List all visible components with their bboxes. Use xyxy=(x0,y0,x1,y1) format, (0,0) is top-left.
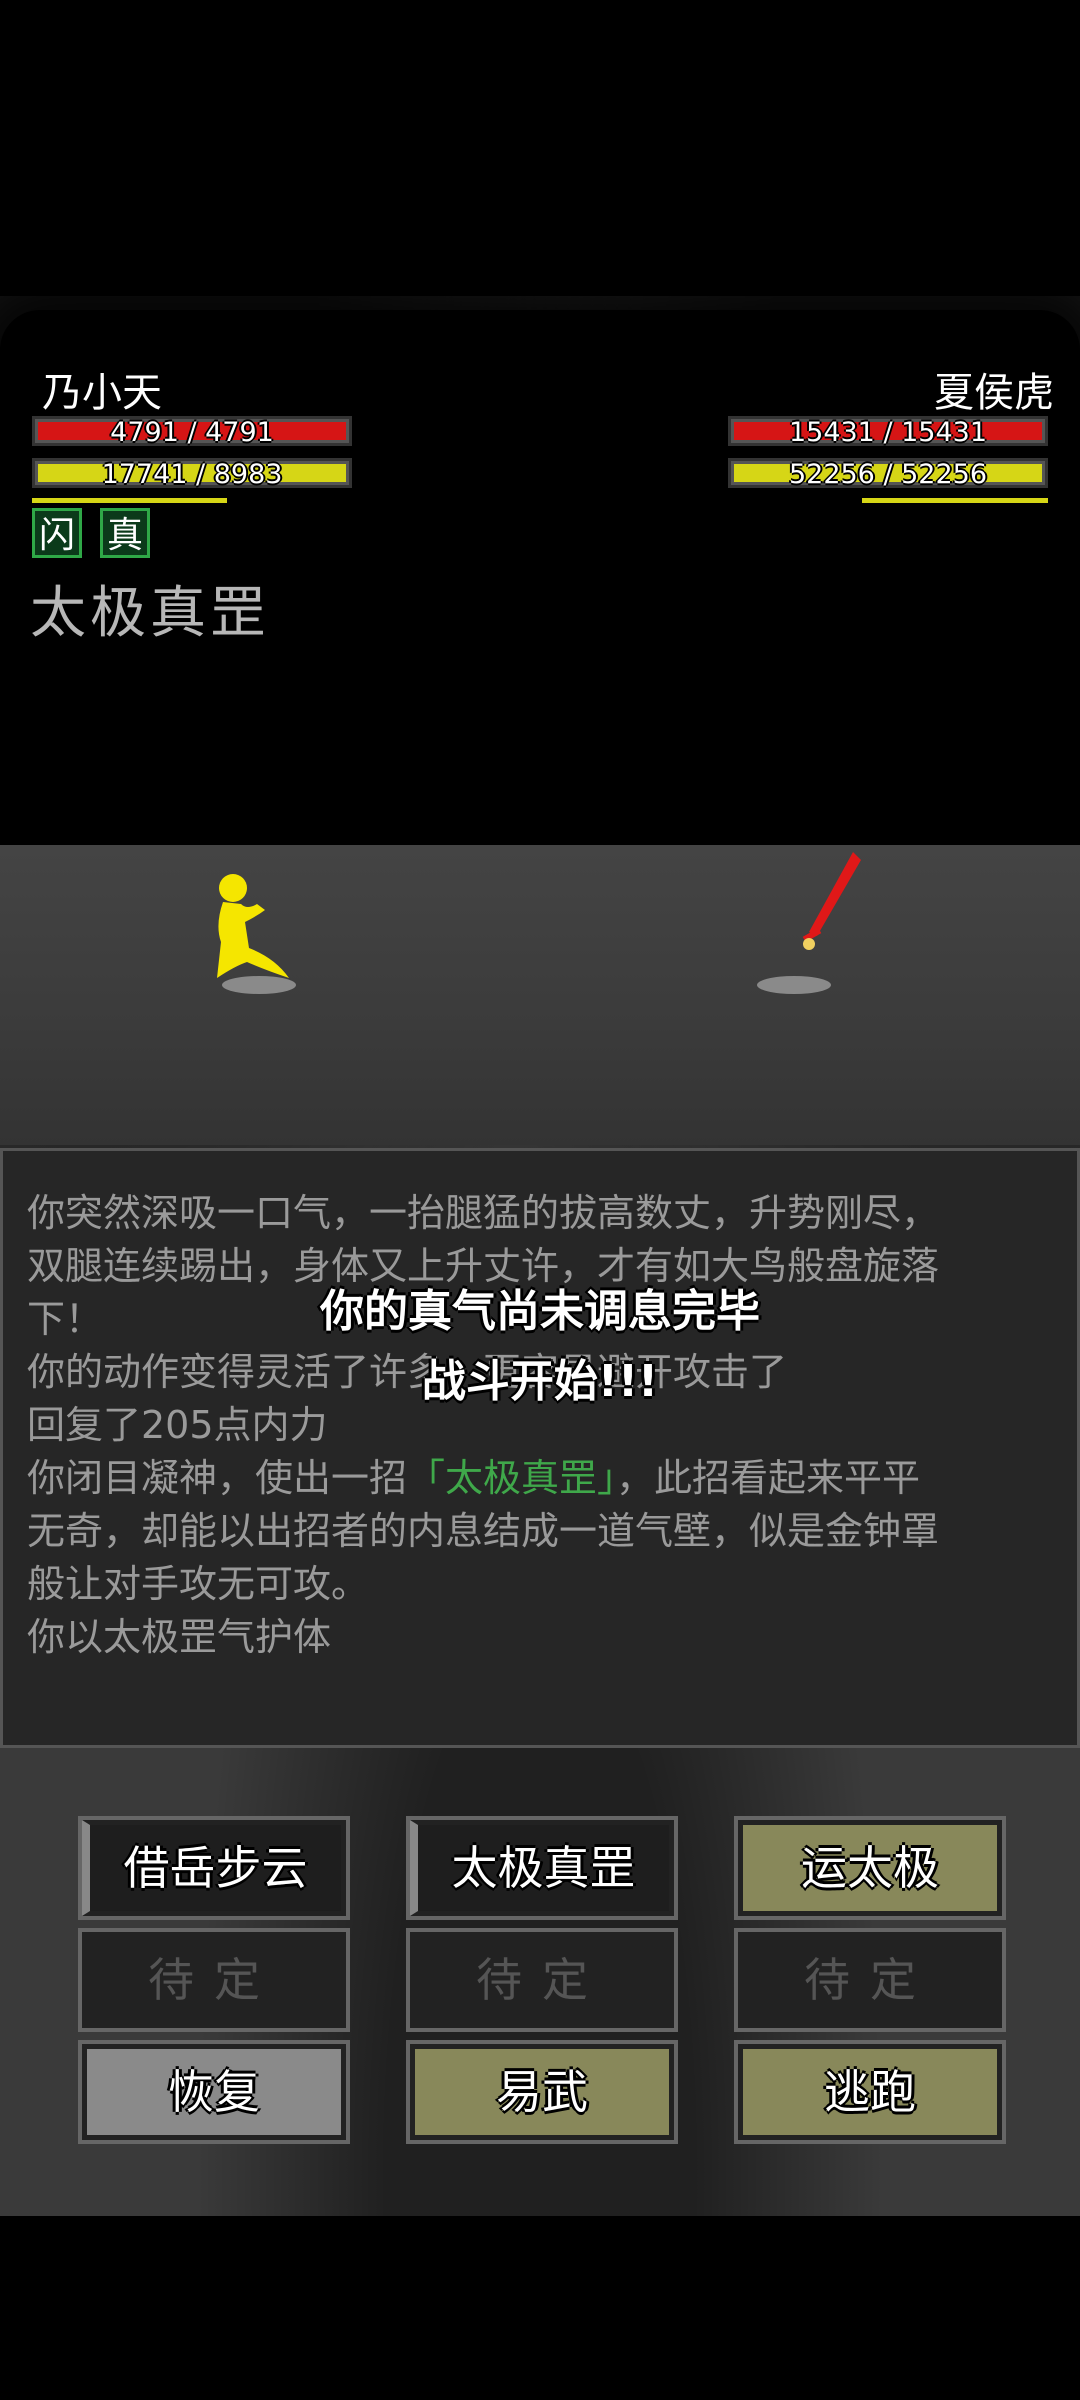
enemy-sword-sprite xyxy=(802,852,861,950)
enemy-shadow xyxy=(757,976,831,994)
log-skill-highlight: 「太极真罡」 xyxy=(407,1456,617,1500)
log-line: 你突然深吸一口气，一抬腿猛的拔高数丈，升势刚尽， xyxy=(27,1191,940,1235)
enemy-name: 夏侯虎 xyxy=(934,370,1054,416)
status-true-qi-icon: 真 xyxy=(100,508,150,558)
enemy-hp-text: 15431 / 15431 xyxy=(788,417,988,448)
qi-not-ready-message: 你的真气尚未调息完毕 xyxy=(320,1286,760,1337)
log-line: 无奇，却能以出招者的内息结成一道气壁，似是金钟罩 xyxy=(27,1509,940,1553)
player-name: 乃小天 xyxy=(42,370,162,416)
player-mp-bar: 17741 / 8983 xyxy=(32,458,352,490)
player-hp-text: 4791 / 4791 xyxy=(110,417,274,448)
pending-slot-button[interactable]: 待定 xyxy=(734,1928,1006,2032)
log-text: ，此招看起来平平 xyxy=(616,1456,921,1500)
battle-start-message: 战斗开始!!! xyxy=(421,1356,659,1407)
log-line: 你闭目凝神，使出一招「太极真罡」，此招看起来平平 xyxy=(27,1452,1053,1505)
enemy-mp-text: 52256 / 52256 xyxy=(788,459,988,490)
log-text: 你闭目凝神，使出一招 xyxy=(27,1456,408,1500)
recover-button[interactable]: 恢复 xyxy=(78,2040,350,2144)
log-line: 般让对手攻无可攻。 xyxy=(27,1562,370,1606)
switch-weapon-button[interactable]: 易武 xyxy=(406,2040,678,2144)
status-dodge-icon: 闪 xyxy=(32,508,82,558)
player-fighter-sprite xyxy=(217,874,289,978)
flee-button[interactable]: 逃跑 xyxy=(734,2040,1006,2144)
active-skill-name: 太极真罡 xyxy=(30,581,270,646)
skill-button-yun-taiji[interactable]: 运太极 xyxy=(734,1816,1006,1920)
battle-ground xyxy=(0,845,1080,1145)
player-hp-bar: 4791 / 4791 xyxy=(32,416,352,448)
skill-button-taiji-zhengang[interactable]: 太极真罡 xyxy=(406,1816,678,1920)
enemy-charge-bar xyxy=(862,498,1048,503)
player-mp-text: 17741 / 8983 xyxy=(101,459,283,490)
skill-button-jieyue-buyun[interactable]: 借岳步云 xyxy=(78,1816,350,1920)
pending-slot-button[interactable]: 待定 xyxy=(78,1928,350,2032)
log-line: 你以太极罡气护体 xyxy=(27,1615,332,1659)
enemy-mp-bar: 52256 / 52256 xyxy=(728,458,1048,490)
pending-slot-button[interactable]: 待定 xyxy=(406,1928,678,2032)
enemy-hp-bar: 15431 / 15431 xyxy=(728,416,1048,448)
player-charge-bar xyxy=(32,498,227,503)
battle-log[interactable]: 你突然深吸一口气，一抬腿猛的拔高数丈，升势刚尽， 双腿连续踢出，身体又上升丈许，… xyxy=(0,1148,1080,1748)
